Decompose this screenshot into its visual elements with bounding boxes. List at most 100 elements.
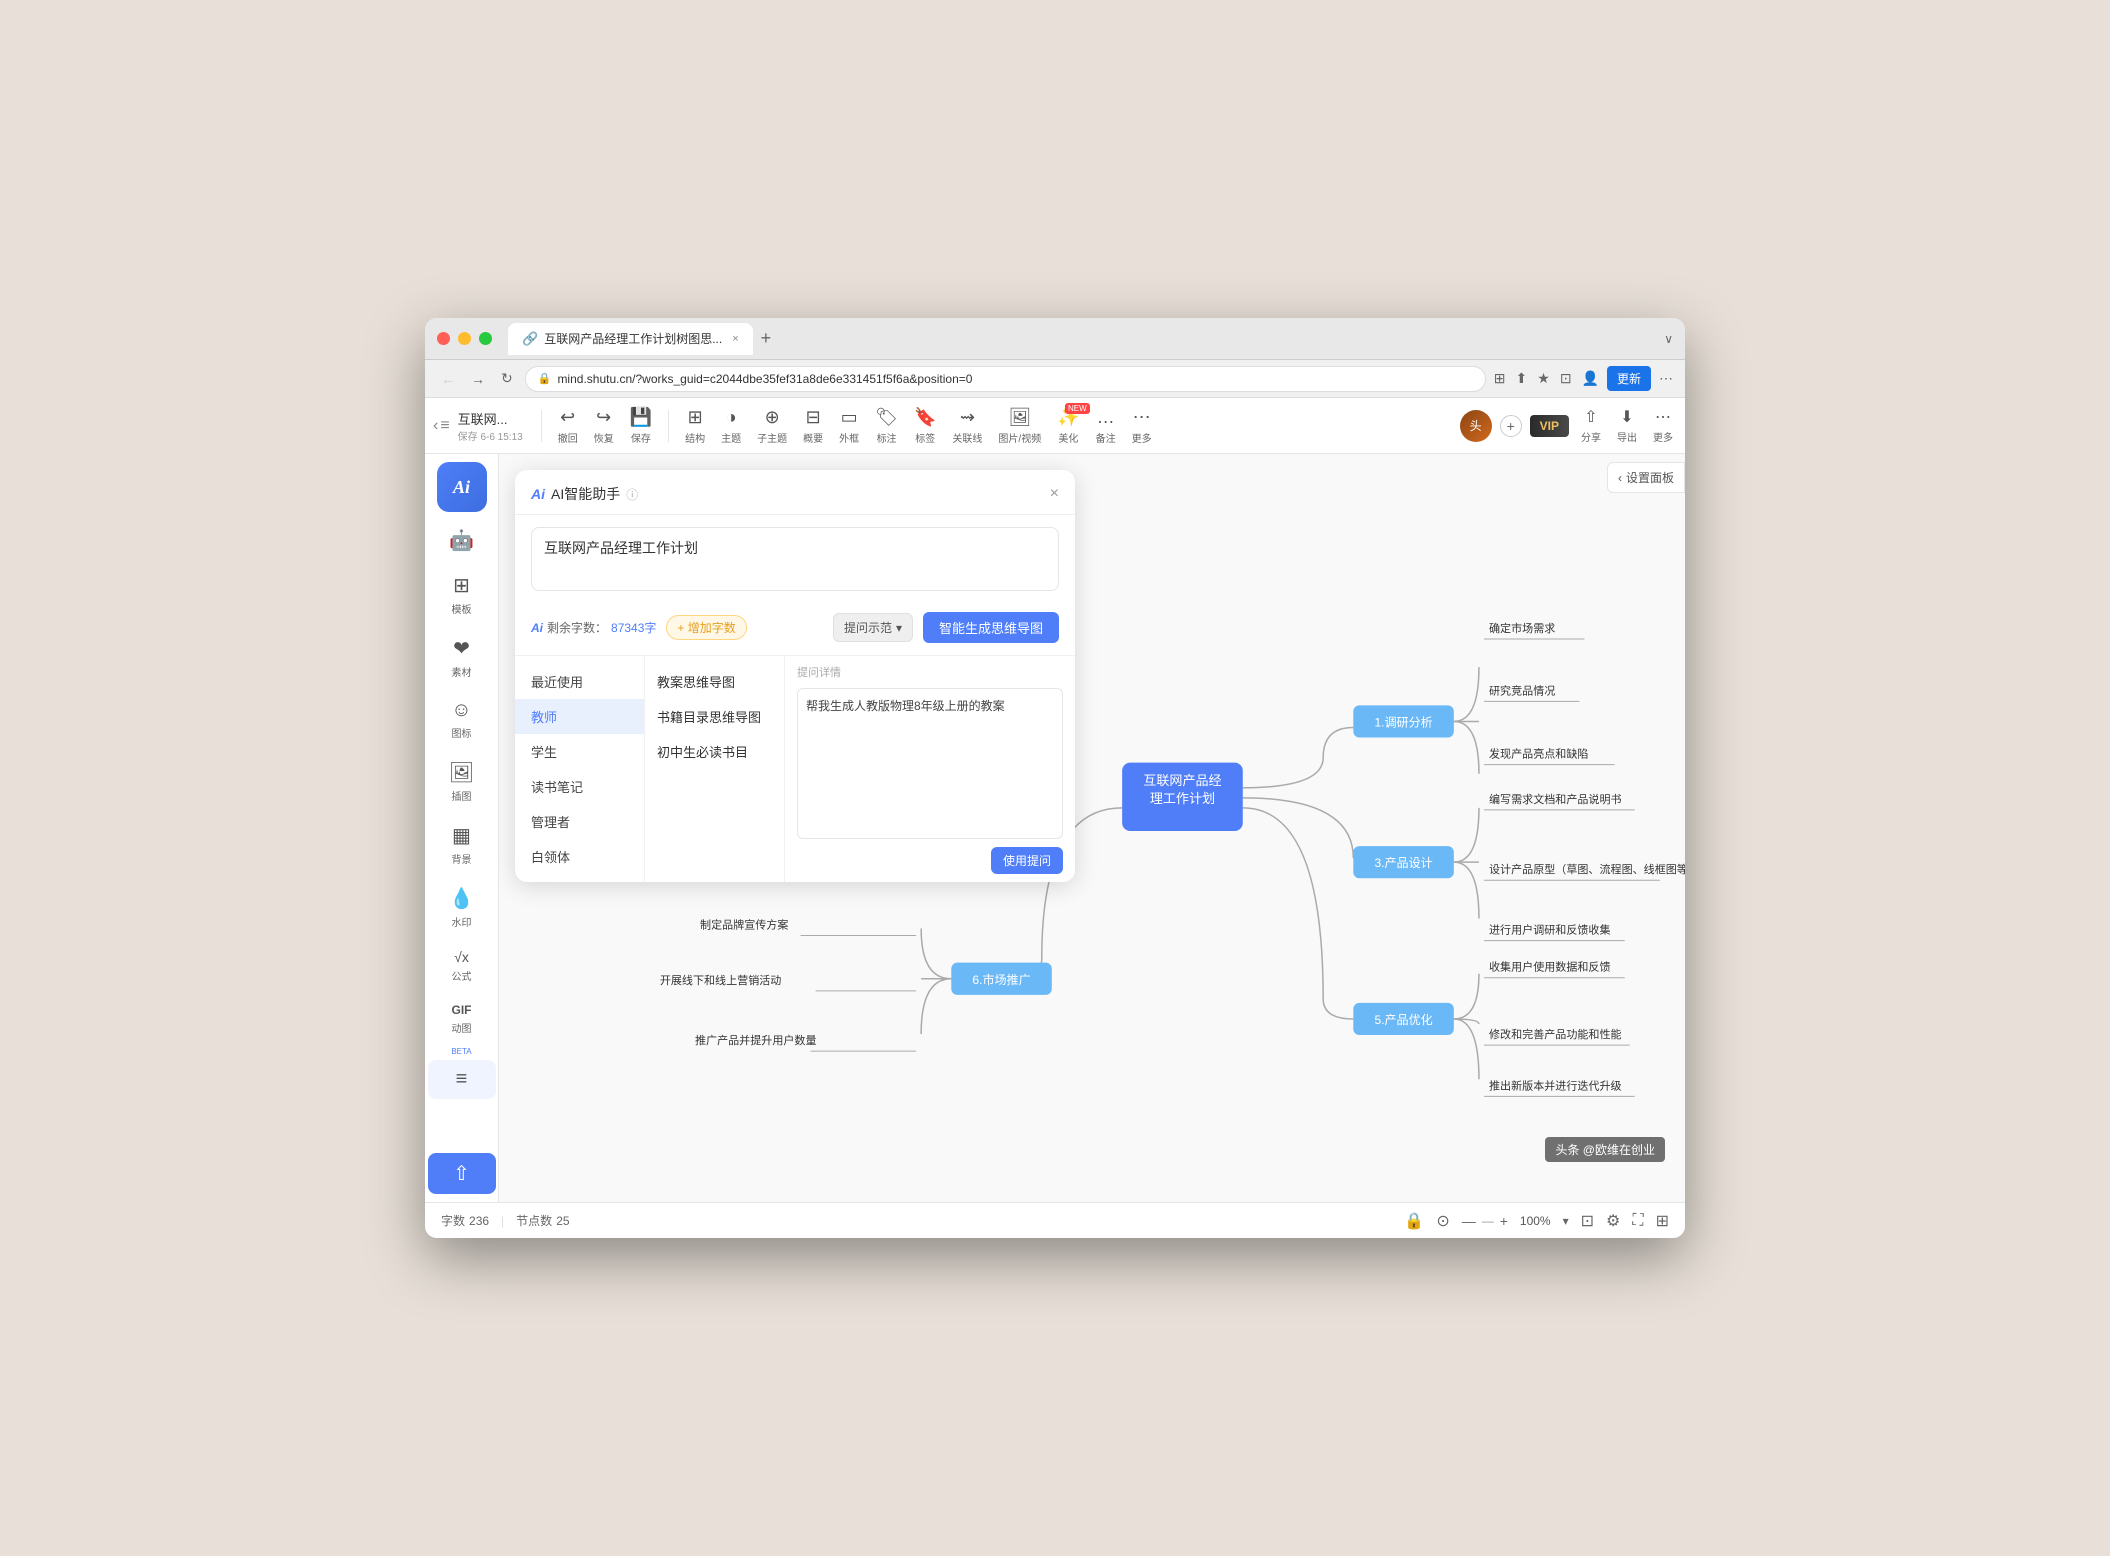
nav-menu-icon[interactable]: ≡: [440, 417, 449, 435]
bookmark-icon[interactable]: ★: [1537, 370, 1550, 387]
add-user-button[interactable]: +: [1500, 415, 1522, 437]
structure-button[interactable]: ⊞ 结构: [679, 407, 711, 445]
sidebar-item-formula[interactable]: √x 公式: [428, 941, 496, 991]
zoom-out-button[interactable]: —: [1462, 1213, 1476, 1229]
ai-template-reading[interactable]: 初中生必读书目: [645, 734, 784, 769]
ai-panel-close[interactable]: ×: [1050, 485, 1059, 503]
relation-button[interactable]: ⇝ 关联线: [946, 407, 988, 445]
ai-add-count-button[interactable]: + 增加字数: [666, 615, 746, 640]
browser-menu-icon[interactable]: ⋯: [1659, 370, 1673, 387]
export-button[interactable]: ⬇ 导出: [1613, 407, 1641, 444]
ai-category-office[interactable]: 白领体: [515, 839, 644, 874]
sidebar-item-template[interactable]: ⊞ 模板: [428, 565, 496, 624]
minimize-traffic-light[interactable]: [458, 332, 471, 345]
media-button[interactable]: 🖼 图片/视频: [992, 407, 1047, 445]
ai-template-lesson[interactable]: 教案思维导图: [645, 664, 784, 699]
share-button[interactable]: ⇧ 分享: [1577, 407, 1605, 444]
sidebar-item-icon[interactable]: ☺ 图标: [428, 691, 496, 748]
leaf-m3: 推广产品并提升用户数量: [695, 1033, 817, 1047]
line-m1: [921, 929, 951, 979]
beauty-button[interactable]: ✨ 美化 NEW: [1051, 407, 1085, 445]
forward-button[interactable]: →: [467, 369, 489, 389]
sidebar-item-illustration[interactable]: 🖼 插图: [428, 752, 496, 811]
note-button[interactable]: … 备注: [1090, 407, 1122, 445]
ai-input-area: 互联网产品经理工作计划: [515, 515, 1075, 608]
sidebar-item-gif[interactable]: GIF 动图: [428, 995, 496, 1043]
url-text: mind.shutu.cn/?works_guid=c2044dbe35fef3…: [557, 372, 1472, 386]
sidebar-item-background[interactable]: ▦ 背景: [428, 815, 496, 874]
update-button[interactable]: 更新: [1607, 366, 1651, 391]
window-chevron-icon[interactable]: ∨: [1664, 332, 1673, 346]
more-button[interactable]: ⋯ 更多: [1126, 407, 1158, 445]
mark-button[interactable]: 🏷 标注: [869, 407, 904, 445]
ai-category-teacher[interactable]: 教师: [515, 699, 644, 734]
leaf-m2: 开展线下和线上营销活动: [660, 973, 782, 987]
undo-icon: ↩: [560, 407, 575, 428]
ai-category-manager[interactable]: 管理者: [515, 804, 644, 839]
ai-generate-button[interactable]: 智能生成思维导图: [923, 612, 1059, 643]
ai-use-button[interactable]: 使用提问: [991, 847, 1063, 874]
structure-label: 结构: [685, 430, 705, 445]
sidebar-item-watermark[interactable]: 💧 水印: [428, 878, 496, 937]
undo-label: 撤回: [558, 430, 578, 445]
vip-button[interactable]: VIP: [1530, 415, 1569, 437]
ai-sidebar-button[interactable]: Ai: [437, 462, 487, 512]
ai-category-student[interactable]: 学生: [515, 734, 644, 769]
ai-detail-label: 提问详情: [797, 664, 1063, 680]
leaf-r3: 发现产品亮点和缺陷: [1489, 747, 1588, 761]
ai-template-catalog[interactable]: 书籍目录思维导图: [645, 699, 784, 734]
sidebar-item-robot[interactable]: 🤖: [428, 520, 496, 561]
zoom-in-button[interactable]: +: [1500, 1213, 1508, 1229]
sidebar-item-list[interactable]: ≡: [428, 1060, 496, 1099]
ai-category-notes[interactable]: 读书笔记: [515, 769, 644, 804]
overview-button[interactable]: ⊟ 概要: [797, 407, 829, 445]
ai-prompt-button[interactable]: 提问示范 ▾: [833, 613, 913, 642]
fullscreen-icon[interactable]: ⛶: [1632, 1212, 1643, 1230]
ai-info-icon[interactable]: ⓘ: [626, 486, 638, 503]
profile-icon[interactable]: 👤: [1582, 370, 1599, 387]
ai-input-field[interactable]: 互联网产品经理工作计划: [531, 527, 1059, 591]
more-right-button[interactable]: ⋯ 更多: [1649, 407, 1677, 444]
leaf-o1: 收集用户使用数据和反馈: [1489, 960, 1611, 974]
translate-icon[interactable]: ⊞: [1494, 370, 1506, 387]
subtheme-button[interactable]: ⊕ 子主题: [751, 407, 793, 445]
close-traffic-light[interactable]: [437, 332, 450, 345]
settings-panel-toggle[interactable]: ‹ 设置面板: [1607, 462, 1685, 493]
url-bar[interactable]: 🔒 mind.shutu.cn/?works_guid=c2044dbe35fe…: [525, 366, 1486, 392]
fit-screen-icon[interactable]: ⊡: [1581, 1211, 1594, 1231]
center-text-1: 互联网产品经: [1143, 773, 1221, 788]
leaf-o3: 推出新版本并进行迭代升级: [1489, 1078, 1622, 1092]
reader-icon[interactable]: ⊡: [1560, 370, 1572, 387]
zoom-dropdown-icon[interactable]: ▾: [1563, 1214, 1569, 1228]
save-button[interactable]: 💾 保存: [624, 407, 658, 445]
refresh-button[interactable]: ↻: [497, 368, 517, 389]
leaf-r1: 确定市场需求: [1489, 621, 1555, 635]
tab-close-icon[interactable]: ×: [732, 333, 738, 345]
main-area: Ai 🤖 ⊞ 模板 ❤ 素材 ☺ 图标 🖼 插图 ▦: [425, 454, 1685, 1202]
share-icon[interactable]: ⬆: [1516, 370, 1528, 387]
new-tab-button[interactable]: +: [761, 328, 772, 349]
settings-icon[interactable]: ⚙: [1606, 1211, 1620, 1231]
lock-status-icon[interactable]: 🔒: [1404, 1211, 1424, 1231]
user-avatar[interactable]: 头: [1460, 410, 1492, 442]
ai-category-recent[interactable]: 最近使用: [515, 664, 644, 699]
status-divider-1: |: [501, 1214, 504, 1228]
sidebar-item-material[interactable]: ❤ 素材: [428, 628, 496, 687]
note-label: 备注: [1096, 430, 1116, 445]
redo-button[interactable]: ↪ 恢复: [588, 407, 620, 445]
save-icon: 💾: [630, 407, 652, 428]
browser-tab[interactable]: 🔗 互联网产品经理工作计划树图思... ×: [508, 323, 753, 355]
relation-label: 关联线: [952, 430, 982, 445]
canvas-area[interactable]: Ai AI智能助手 ⓘ × 互联网产品经理工作计划 Ai 剩余字数： 87343…: [499, 454, 1685, 1202]
tag-button[interactable]: 🔖 标签: [908, 407, 942, 445]
fit-icon[interactable]: ⊙: [1436, 1211, 1449, 1231]
beauty-label: 美化: [1058, 430, 1078, 445]
grid-icon[interactable]: ⊞: [1656, 1211, 1669, 1231]
undo-button[interactable]: ↩ 撤回: [552, 407, 584, 445]
theme-button[interactable]: ◑ 主题: [715, 407, 747, 445]
back-button[interactable]: ←: [437, 369, 459, 389]
frame-button[interactable]: ▭ 外框: [833, 407, 865, 445]
maximize-traffic-light[interactable]: [479, 332, 492, 345]
sidebar-item-share[interactable]: ⇧: [428, 1153, 496, 1194]
nav-back-icon[interactable]: ‹: [433, 417, 438, 435]
